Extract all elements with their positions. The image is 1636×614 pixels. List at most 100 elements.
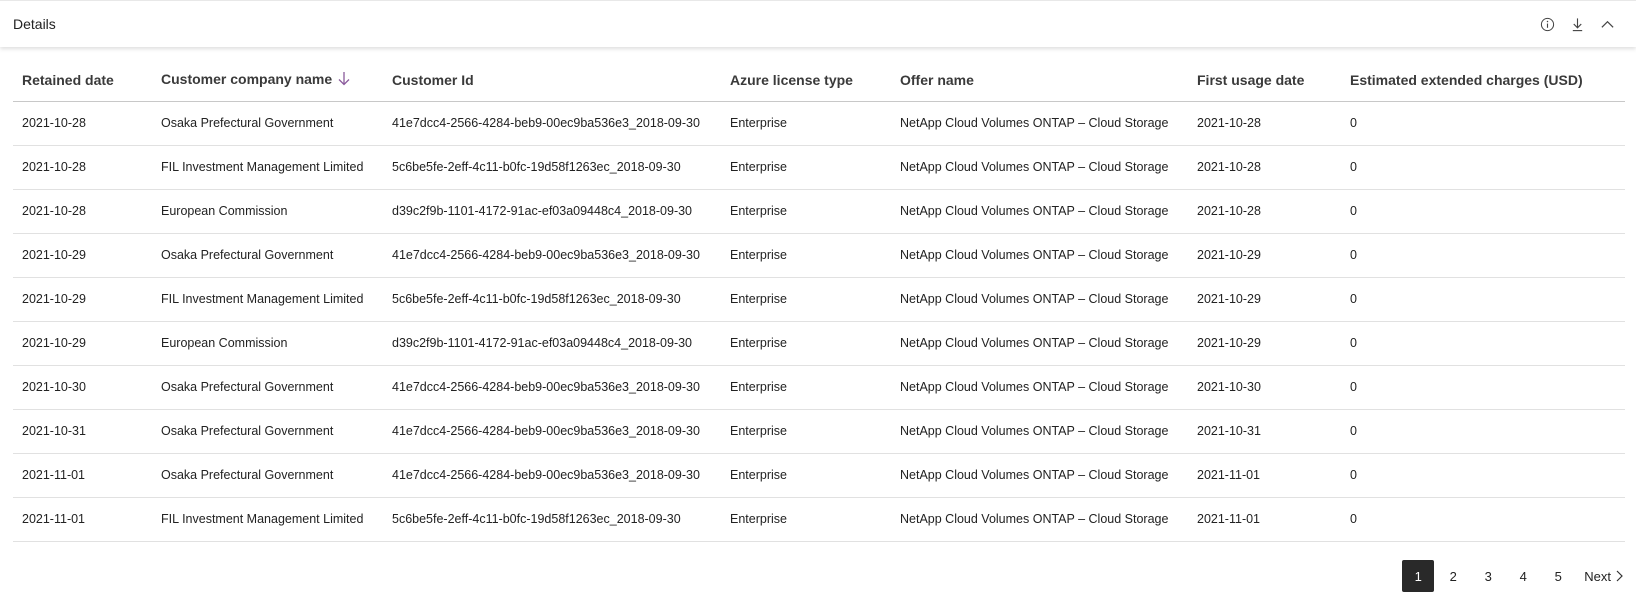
column-header-label: Offer name <box>900 71 974 88</box>
cell-first-usage-date: 2021-10-29 <box>1188 321 1341 366</box>
cell-retained-date: 2021-10-29 <box>13 277 152 322</box>
cell-estimated-extended-charges: 0 <box>1341 497 1625 542</box>
column-header-customer-company-name[interactable]: Customer company name <box>152 59 383 102</box>
cell-customer-company-name: Osaka Prefectural Government <box>152 409 383 454</box>
cell-offer-name: NetApp Cloud Volumes ONTAP – Cloud Stora… <box>891 145 1188 190</box>
cell-estimated-extended-charges: 0 <box>1341 101 1625 146</box>
table-row[interactable]: 2021-11-01 Osaka Prefectural Government 41… <box>13 453 1625 498</box>
cell-estimated-extended-charges: 0 <box>1341 145 1625 190</box>
column-header-label: First usage date <box>1197 71 1305 88</box>
page-button-5[interactable]: 5 <box>1542 560 1574 592</box>
table-header-row: Retained date Customer company name Cust… <box>13 59 1625 102</box>
cell-customer-id: 41e7dcc4-2566-4284-beb9-00ec9ba536e3_201… <box>383 365 721 410</box>
cell-offer-name: NetApp Cloud Volumes ONTAP – Cloud Stora… <box>891 497 1188 542</box>
cell-retained-date: 2021-11-01 <box>13 453 152 498</box>
header-actions <box>1532 13 1622 35</box>
cell-customer-company-name: FIL Investment Management Limited <box>152 145 383 190</box>
table-row[interactable]: 2021-10-29 European Commission d39c2f9b-11… <box>13 321 1625 366</box>
cell-offer-name: NetApp Cloud Volumes ONTAP – Cloud Stora… <box>891 409 1188 454</box>
cell-estimated-extended-charges: 0 <box>1341 365 1625 410</box>
sort-descending-icon <box>338 71 350 89</box>
cell-retained-date: 2021-10-29 <box>13 233 152 278</box>
column-header-label: Customer company name <box>161 70 333 87</box>
chevron-up-icon[interactable] <box>1592 13 1622 35</box>
table-body: 2021-10-28 Osaka Prefectural Government 41… <box>13 101 1625 542</box>
cell-retained-date: 2021-10-28 <box>13 145 152 190</box>
table-row[interactable]: 2021-10-28 Osaka Prefectural Government 41… <box>13 101 1625 146</box>
cell-azure-license-type: Enterprise <box>721 365 891 410</box>
download-icon[interactable] <box>1562 13 1592 35</box>
page-button-2[interactable]: 2 <box>1437 560 1469 592</box>
cell-azure-license-type: Enterprise <box>721 409 891 454</box>
table-row[interactable]: 2021-10-30 Osaka Prefectural Government 41… <box>13 365 1625 410</box>
cell-first-usage-date: 2021-10-28 <box>1188 189 1341 234</box>
column-header-offer-name[interactable]: Offer name <box>891 59 1188 102</box>
table-row[interactable]: 2021-10-29 Osaka Prefectural Government 41… <box>13 233 1625 278</box>
table-row[interactable]: 2021-10-29 FIL Investment Management Limi… <box>13 277 1625 322</box>
cell-retained-date: 2021-10-28 <box>13 189 152 234</box>
cell-azure-license-type: Enterprise <box>721 321 891 366</box>
cell-estimated-extended-charges: 0 <box>1341 409 1625 454</box>
cell-customer-company-name: Osaka Prefectural Government <box>152 233 383 278</box>
chevron-right-icon <box>1616 570 1623 582</box>
cell-customer-id: 41e7dcc4-2566-4284-beb9-00ec9ba536e3_201… <box>383 101 721 146</box>
cell-retained-date: 2021-10-29 <box>13 321 152 366</box>
table-row[interactable]: 2021-10-31 Osaka Prefectural Government 41… <box>13 409 1625 454</box>
cell-customer-company-name: Osaka Prefectural Government <box>152 453 383 498</box>
page-button-3[interactable]: 3 <box>1472 560 1504 592</box>
cell-offer-name: NetApp Cloud Volumes ONTAP – Cloud Stora… <box>891 453 1188 498</box>
cell-offer-name: NetApp Cloud Volumes ONTAP – Cloud Stora… <box>891 233 1188 278</box>
column-header-label: Azure license type <box>730 71 853 88</box>
page-button-4[interactable]: 4 <box>1507 560 1539 592</box>
cell-customer-id: 5c6be5fe-2eff-4c11-b0fc-19d58f1263ec_201… <box>383 497 721 542</box>
cell-azure-license-type: Enterprise <box>721 453 891 498</box>
cell-first-usage-date: 2021-11-01 <box>1188 497 1341 542</box>
cell-offer-name: NetApp Cloud Volumes ONTAP – Cloud Stora… <box>891 321 1188 366</box>
cell-estimated-extended-charges: 0 <box>1341 277 1625 322</box>
cell-offer-name: NetApp Cloud Volumes ONTAP – Cloud Stora… <box>891 365 1188 410</box>
cell-customer-id: 5c6be5fe-2eff-4c11-b0fc-19d58f1263ec_201… <box>383 277 721 322</box>
cell-azure-license-type: Enterprise <box>721 101 891 146</box>
cell-customer-id: 41e7dcc4-2566-4284-beb9-00ec9ba536e3_201… <box>383 409 721 454</box>
cell-customer-company-name: European Commission <box>152 189 383 234</box>
column-header-customer-id[interactable]: Customer Id <box>383 59 721 102</box>
cell-customer-id: d39c2f9b-1101-4172-91ac-ef03a09448c4_201… <box>383 189 721 234</box>
cell-azure-license-type: Enterprise <box>721 277 891 322</box>
cell-offer-name: NetApp Cloud Volumes ONTAP – Cloud Stora… <box>891 101 1188 146</box>
cell-azure-license-type: Enterprise <box>721 189 891 234</box>
cell-first-usage-date: 2021-10-29 <box>1188 277 1341 322</box>
cell-first-usage-date: 2021-11-01 <box>1188 453 1341 498</box>
cell-customer-company-name: Osaka Prefectural Government <box>152 365 383 410</box>
table-row[interactable]: 2021-10-28 FIL Investment Management Limi… <box>13 145 1625 190</box>
pagination: 1 2 3 4 5 Next <box>1399 560 1624 592</box>
column-header-azure-license-type[interactable]: Azure license type <box>721 59 891 102</box>
table-row[interactable]: 2021-10-28 European Commission d39c2f9b-11… <box>13 189 1625 234</box>
cell-customer-company-name: FIL Investment Management Limited <box>152 277 383 322</box>
cell-azure-license-type: Enterprise <box>721 497 891 542</box>
cell-estimated-extended-charges: 0 <box>1341 321 1625 366</box>
next-page-label: Next <box>1584 568 1611 584</box>
column-header-estimated-extended-charges[interactable]: Estimated extended charges (USD) <box>1341 59 1625 102</box>
column-header-label: Estimated extended charges (USD) <box>1350 71 1583 88</box>
column-header-first-usage-date[interactable]: First usage date <box>1188 59 1341 102</box>
panel-title: Details <box>13 16 56 32</box>
cell-customer-company-name: FIL Investment Management Limited <box>152 497 383 542</box>
column-header-retained-date[interactable]: Retained date <box>13 59 152 102</box>
cell-retained-date: 2021-10-30 <box>13 365 152 410</box>
table-row[interactable]: 2021-11-01 FIL Investment Management Limi… <box>13 497 1625 542</box>
info-icon[interactable] <box>1532 13 1562 35</box>
next-page-button[interactable]: Next <box>1584 560 1624 592</box>
page-button-1[interactable]: 1 <box>1402 560 1435 592</box>
cell-retained-date: 2021-11-01 <box>13 497 152 542</box>
details-table: Retained date Customer company name Cust… <box>13 59 1625 542</box>
cell-retained-date: 2021-10-31 <box>13 409 152 454</box>
cell-first-usage-date: 2021-10-28 <box>1188 145 1341 190</box>
cell-first-usage-date: 2021-10-28 <box>1188 101 1341 146</box>
column-header-label: Customer Id <box>392 71 474 88</box>
cell-first-usage-date: 2021-10-29 <box>1188 233 1341 278</box>
cell-estimated-extended-charges: 0 <box>1341 189 1625 234</box>
cell-customer-id: d39c2f9b-1101-4172-91ac-ef03a09448c4_201… <box>383 321 721 366</box>
cell-offer-name: NetApp Cloud Volumes ONTAP – Cloud Stora… <box>891 277 1188 322</box>
cell-azure-license-type: Enterprise <box>721 233 891 278</box>
cell-first-usage-date: 2021-10-30 <box>1188 365 1341 410</box>
